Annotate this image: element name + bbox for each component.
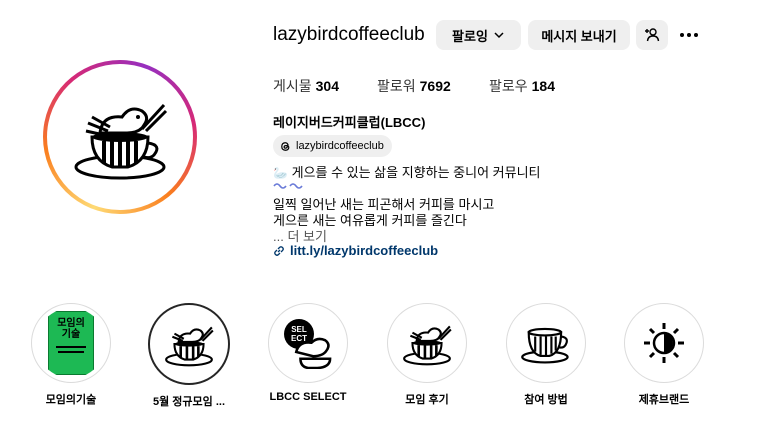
link-icon — [274, 245, 284, 256]
profile-link[interactable]: litt.ly/lazybirdcoffeeclub — [273, 243, 438, 258]
wave-emoji-icon — [273, 183, 303, 189]
profile-username: lazybirdcoffeeclub — [273, 24, 425, 45]
highlight-label: 모임 후기 — [405, 394, 449, 406]
followers-count[interactable]: 팔로워 7692 — [377, 76, 451, 96]
threads-badge[interactable]: lazybirdcoffeeclub — [273, 135, 392, 157]
bio-line-2 — [273, 179, 303, 191]
coffee-cup-icon — [521, 327, 569, 364]
highlight-label: 모임의기술 — [45, 394, 97, 406]
highlight-cover — [387, 303, 467, 383]
sun-icon — [644, 323, 684, 363]
profile-avatar[interactable] — [43, 60, 197, 214]
highlight-item[interactable]: 참여 방법 — [491, 303, 601, 407]
highlight-item[interactable]: 모임의 기술 모임의기술 — [16, 303, 126, 407]
suggest-people-button[interactable] — [636, 20, 668, 50]
bird-emoji-icon: 🦢 — [273, 166, 288, 180]
posts-count: 게시물 304 — [273, 78, 339, 94]
highlight-item[interactable]: 제휴브랜드 — [609, 303, 719, 407]
highlight-item[interactable]: SEL ECT LBCC SELECT — [253, 303, 363, 403]
highlight-label: 5월 정규모임 ... — [153, 396, 225, 408]
profile-link-text: litt.ly/lazybirdcoffeeclub — [290, 243, 439, 258]
following-button[interactable]: 팔로잉 — [436, 20, 521, 50]
lazybird-logo-icon — [165, 326, 214, 367]
more-options-icon[interactable] — [678, 24, 700, 46]
highlight-label: LBCC SELECT — [269, 391, 347, 403]
highlight-cover — [624, 303, 704, 383]
book-cover-icon: 모임의 기술 — [48, 311, 94, 375]
chevron-down-icon — [494, 32, 504, 39]
highlight-item[interactable]: 모임 후기 — [372, 303, 482, 407]
following-count[interactable]: 팔로우 184 — [489, 76, 555, 96]
highlight-cover: SEL ECT — [268, 303, 348, 383]
threads-icon — [281, 141, 290, 151]
highlight-label: 제휴브랜드 — [638, 394, 690, 406]
select-logo-icon: SEL ECT — [278, 315, 338, 371]
profile-full-name: 레이지버드커피클럽(LBCC) — [273, 115, 426, 130]
threads-handle: lazybirdcoffeeclub — [296, 140, 384, 152]
message-button[interactable]: 메시지 보내기 — [528, 20, 630, 50]
avatar-border — [47, 64, 193, 210]
highlight-label: 참여 방법 — [524, 394, 568, 406]
lazybird-logo-icon — [403, 325, 452, 366]
add-person-icon — [645, 28, 660, 42]
highlight-cover — [506, 303, 586, 383]
following-label: 팔로잉 — [452, 28, 488, 44]
highlight-cover — [148, 303, 230, 385]
highlight-item[interactable]: 5월 정규모임 ... — [134, 303, 244, 409]
highlight-cover: 모임의 기술 — [31, 303, 111, 383]
bio-line-1: 🦢 게으를 수 있는 삶을 지향하는 중니어 커뮤니티 — [273, 165, 541, 180]
lazybird-logo-icon — [51, 68, 189, 206]
